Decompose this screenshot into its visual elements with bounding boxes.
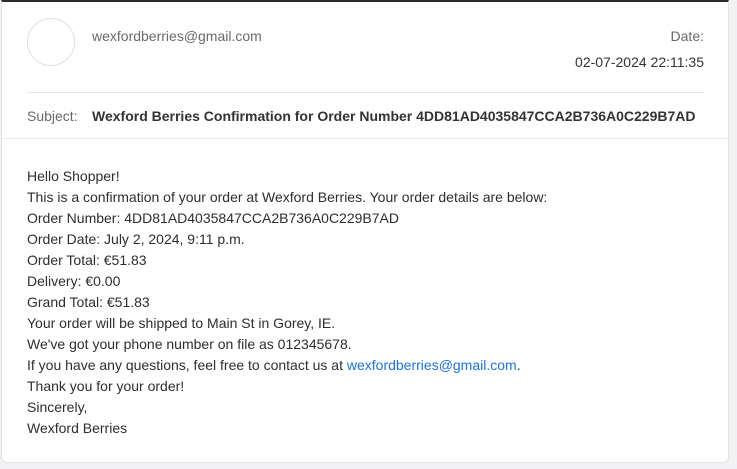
body-order-total: Order Total: €51.83 (27, 252, 147, 268)
contact-suffix: . (516, 357, 521, 373)
body-thanks: Thank you for your order! (27, 378, 185, 394)
body-delivery: Delivery: €0.00 (27, 273, 121, 289)
body-greeting: Hello Shopper! (27, 168, 120, 184)
header-divider (27, 92, 704, 93)
body-sincerely: Sincerely, (27, 399, 88, 415)
contact-email-link[interactable]: wexfordberries@gmail.com (347, 357, 517, 373)
body-signature: Wexford Berries (27, 420, 128, 436)
body-order-number: Order Number: 4DD81AD4035847CCA2B736A0C2… (27, 210, 399, 226)
body-intro: This is a confirmation of your order at … (27, 189, 548, 205)
body-shipping: Your order will be shipped to Main St in… (27, 315, 336, 331)
body-contact: If you have any questions, feel free to … (27, 355, 707, 376)
subject-value: Wexford Berries Confirmation for Order N… (92, 108, 696, 124)
subject-divider (2, 138, 728, 139)
sender-email: wexfordberries@gmail.com (92, 28, 262, 44)
body-order-date: Order Date: July 2, 2024, 9:11 p.m. (27, 231, 245, 247)
contact-prefix: If you have any questions, feel free to … (27, 357, 347, 373)
date-label: Date: (670, 28, 704, 44)
subject-label: Subject: (27, 108, 78, 124)
avatar (27, 18, 75, 66)
email-body: Hello Shopper! This is a confirmation of… (27, 166, 707, 439)
body-phone: We've got your phone number on file as 0… (27, 336, 352, 352)
body-grand-total: Grand Total: €51.83 (27, 294, 150, 310)
date-value: 02-07-2024 22:11:35 (575, 54, 704, 70)
email-card: wexfordberries@gmail.com Date: 02-07-202… (1, 0, 729, 463)
